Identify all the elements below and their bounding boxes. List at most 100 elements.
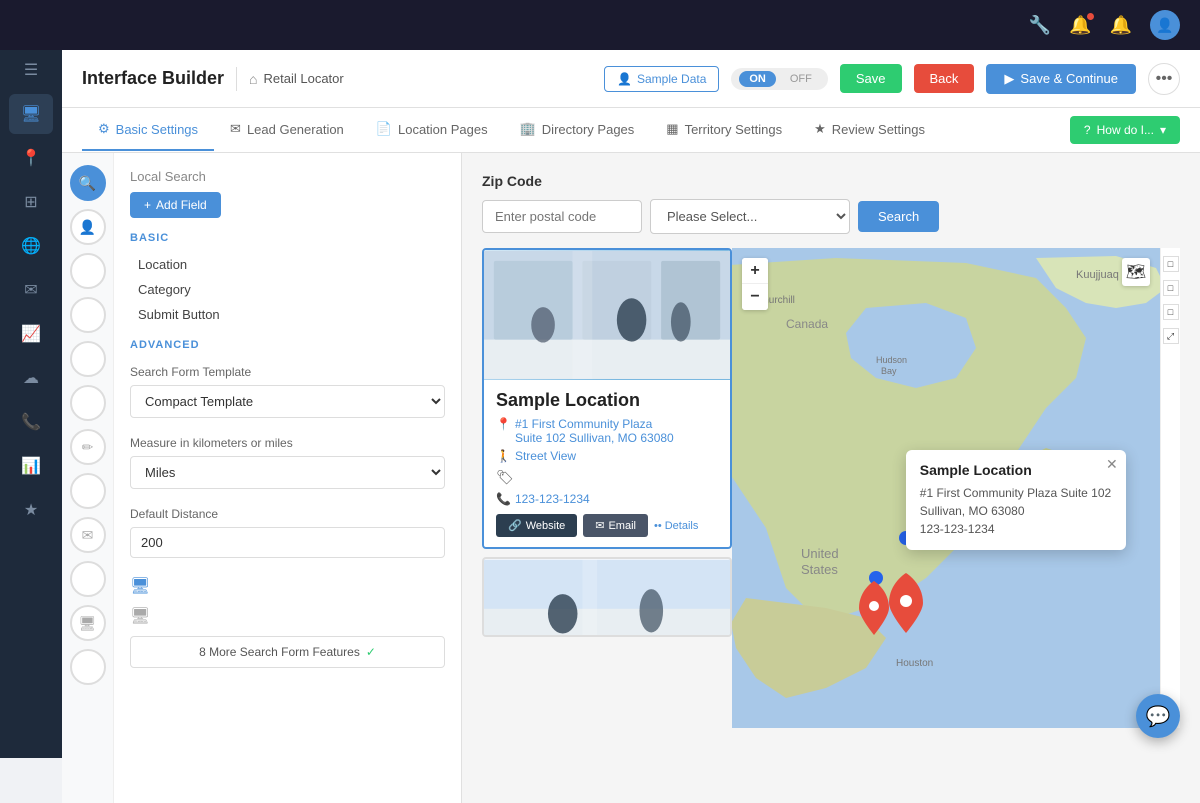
location-phone[interactable]: 📞 123-123-1234 — [496, 492, 718, 506]
measure-group: Measure in kilometers or miles Miles Kil… — [130, 436, 445, 489]
search-button[interactable]: Search — [858, 201, 939, 232]
person-icon: 👤 — [617, 72, 632, 86]
breadcrumb: ⌂ — [249, 71, 383, 87]
popup-address: #1 First Community Plaza Suite 102 Sulli… — [920, 484, 1112, 520]
home-icon[interactable]: ⌂ — [249, 71, 257, 87]
svg-text:States: States — [801, 562, 838, 577]
play-icon: ▶ — [1004, 71, 1014, 87]
sidebar-item-globe[interactable]: 🌐 — [9, 226, 53, 266]
how-do-i-button[interactable]: ? How do I... ▾ — [1070, 116, 1180, 144]
save-continue-button[interactable]: ▶ Save & Continue — [986, 64, 1136, 94]
svg-text:Houston: Houston — [896, 658, 933, 669]
email-button[interactable]: ✉ Email — [583, 514, 648, 537]
postal-code-input[interactable] — [482, 200, 642, 233]
popup-close-button[interactable]: ✕ — [1106, 456, 1118, 473]
field-item-category[interactable]: Category — [130, 277, 445, 302]
tab-directory-pages[interactable]: 🏢 Directory Pages — [504, 109, 651, 151]
tab-lead-generation[interactable]: ✉ Lead Generation — [214, 109, 360, 151]
toggle-group[interactable]: ON OFF — [731, 68, 828, 90]
breadcrumb-input[interactable] — [264, 71, 384, 86]
step-pencil-icon[interactable]: ✏ — [70, 429, 106, 465]
sidebar-item-reports[interactable]: 📊 — [9, 446, 53, 486]
search-form-template-select[interactable]: Compact Template Standard Template Wide … — [130, 385, 445, 418]
sidebar-item-phone[interactable]: 📞 — [9, 402, 53, 442]
add-field-button[interactable]: + Add Field — [130, 192, 221, 218]
map-container[interactable]: Canada Churchill Hudson Bay Kuujjuaq Edm… — [732, 248, 1160, 728]
website-button[interactable]: 🔗 Website — [496, 514, 577, 537]
tab-location-pages[interactable]: 📄 Location Pages — [360, 109, 504, 151]
location-card-body-1: Sample Location 📍 #1 First Community Pla… — [484, 380, 730, 547]
step-9-icon[interactable]: ✉ — [70, 517, 106, 553]
sidebar-item-mail[interactable]: ✉ — [9, 270, 53, 310]
zoom-in-button[interactable]: + — [742, 258, 768, 284]
sidebar-item-home[interactable]: ☰ — [9, 50, 53, 90]
save-button[interactable]: Save — [840, 64, 902, 93]
plus-icon: + — [144, 198, 151, 212]
default-distance-group: Default Distance — [130, 507, 445, 558]
sidebar-item-cloud[interactable]: ☁ — [9, 358, 53, 398]
please-select-dropdown[interactable]: Please Select... — [650, 199, 850, 234]
layer-control-button[interactable]: 🗺 — [1122, 258, 1150, 286]
step-11-icon[interactable]: 🖥 — [70, 605, 106, 641]
sidebar-item-grid[interactable]: ⊞ — [9, 182, 53, 222]
sidebar-item-location[interactable]: 📍 — [9, 138, 53, 178]
monitor-icon: 🖥 — [130, 576, 150, 596]
toggle-off[interactable]: OFF — [782, 71, 820, 87]
bell-icon[interactable]: 🔔 — [1069, 15, 1091, 36]
street-view-link[interactable]: 🚶 Street View — [496, 449, 718, 463]
chat-widget-button[interactable]: 💬 — [1136, 694, 1180, 738]
step-10-icon[interactable] — [70, 561, 106, 597]
sidebar-item-dashboard[interactable]: 🖥 — [9, 94, 53, 134]
zoom-out-button[interactable]: − — [742, 284, 768, 310]
step-8-icon[interactable] — [70, 473, 106, 509]
chat-bell-icon[interactable]: 🔔 — [1110, 15, 1132, 36]
toggle-on[interactable]: ON — [739, 71, 776, 87]
sidebar-item-star[interactable]: ★ — [9, 490, 53, 530]
step-6-icon[interactable] — [70, 385, 106, 421]
mini-expand-icon[interactable]: ⤢ — [1163, 328, 1179, 344]
step-2-icon[interactable]: 👤 — [70, 209, 106, 245]
more-button[interactable]: ••• — [1148, 63, 1180, 95]
tag-icon: 🏷 — [496, 469, 514, 486]
step-5-icon[interactable] — [70, 341, 106, 377]
right-panel: Zip Code Please Select... Search — [462, 153, 1200, 803]
location-tags: 🏷 — [496, 469, 718, 486]
location-address[interactable]: 📍 #1 First Community Plaza Suite 102 Sul… — [496, 417, 718, 445]
search-form-template-group: Search Form Template Compact Template St… — [130, 365, 445, 418]
popup-title: Sample Location — [920, 462, 1112, 478]
tab-territory-settings[interactable]: ▦ Territory Settings — [650, 109, 798, 151]
left-sidebar: ☰ 🖥 📍 ⊞ 🌐 ✉ 📈 ☁ 📞 📊 ★ — [0, 0, 62, 758]
more-features-button[interactable]: 8 More Search Form Features ✓ — [130, 636, 445, 668]
sidebar-item-chart[interactable]: 📈 — [9, 314, 53, 354]
sample-data-button[interactable]: 👤 Sample Data — [604, 66, 719, 92]
phone-icon: 📞 — [496, 492, 511, 506]
step-4-icon[interactable] — [70, 297, 106, 333]
tab-bar: ⚙ Basic Settings ✉ Lead Generation 📄 Loc… — [62, 108, 1200, 153]
header-bar: Interface Builder ⌂ 👤 Sample Data ON OFF… — [62, 50, 1200, 108]
left-panel: 🔍 👤 ✏ ✉ 🖥 Local Search + Add Field — [62, 153, 462, 803]
details-button[interactable]: •• Details — [654, 514, 698, 537]
mini-icon-2[interactable]: □ — [1163, 280, 1179, 296]
tab-basic-settings[interactable]: ⚙ Basic Settings — [82, 109, 214, 151]
location-card-1: Sample Location 📍 #1 First Community Pla… — [482, 248, 732, 549]
field-item-submit[interactable]: Submit Button — [130, 302, 445, 327]
location-actions: 🔗 Website ✉ Email •• Details — [496, 514, 718, 537]
user-avatar[interactable]: 👤 — [1150, 10, 1180, 40]
tab-review-settings[interactable]: ★ Review Settings — [798, 109, 941, 151]
step-search-icon[interactable]: 🔍 — [70, 165, 106, 201]
field-item-location[interactable]: Location — [130, 252, 445, 277]
wrench-icon[interactable]: 🔧 — [1029, 15, 1051, 36]
email-icon: ✉ — [595, 519, 604, 532]
step-12-icon[interactable] — [70, 649, 106, 685]
search-form-template-label: Search Form Template — [130, 365, 445, 379]
mini-icon-1[interactable]: □ — [1163, 256, 1179, 272]
default-distance-input[interactable] — [130, 527, 445, 558]
mini-icon-3[interactable]: □ — [1163, 304, 1179, 320]
panel-content: Local Search + Add Field BASIC Location … — [114, 153, 461, 803]
advanced-section-label: ADVANCED — [130, 339, 445, 351]
field-list: Location Category Submit Button — [130, 252, 445, 327]
back-button[interactable]: Back — [914, 64, 975, 93]
main-content: Interface Builder ⌂ 👤 Sample Data ON OFF… — [62, 50, 1200, 803]
measure-select[interactable]: Miles Kilometers — [130, 456, 445, 489]
step-3-icon[interactable] — [70, 253, 106, 289]
